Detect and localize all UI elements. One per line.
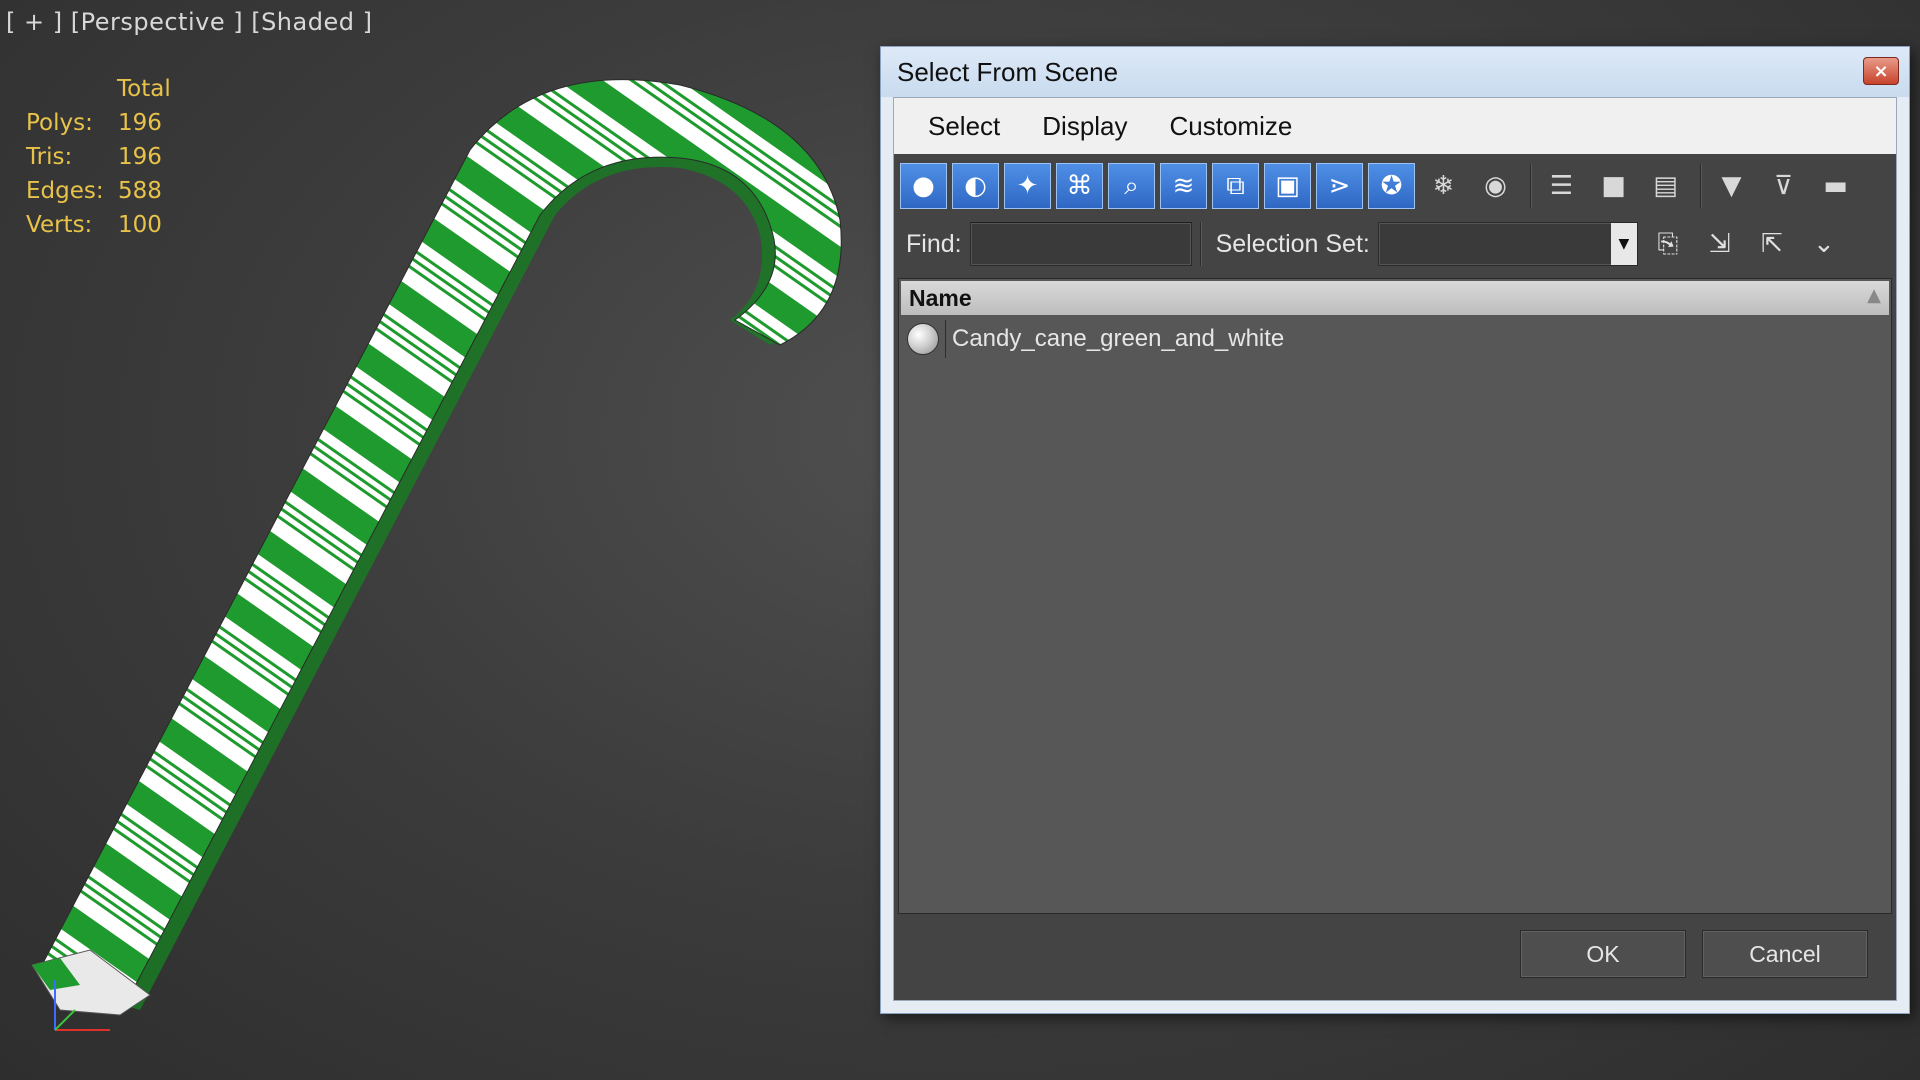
find-input[interactable] [969,222,1192,266]
filter-options-icon[interactable]: ⊽ [1760,163,1807,209]
hidden-icon[interactable]: ◉ [1472,163,1519,209]
geometry-icon[interactable]: ● [900,163,947,209]
lights-icon[interactable]: ✦ [1004,163,1051,209]
groups-icon[interactable]: ⧉ [1212,163,1259,209]
dialog-content: ● ◐ ✦ ⌘ ⌕ ≋ ⧉ ▣ ⋗ ✪ ❄ ◉ ☰ ■ ▤ ▼ ⊽ ▬ Find: Selection Set: … [894,154,1896,1000]
close-button[interactable]: × [1863,57,1899,85]
display-all-icon[interactable]: ☰ [1538,163,1585,209]
more-options-icon[interactable]: ⌄ [1802,222,1846,266]
columns-icon[interactable]: ▬ [1812,163,1859,209]
selection-set-dropdown[interactable]: ▼ [1377,222,1638,266]
dialog-title: Select From Scene [897,56,1119,87]
toolbar-separator [1530,164,1532,208]
find-row: Find: Selection Set: ▼ ⎘ ⇲ ⇱ ⌄ [900,220,1890,268]
display-invert-icon[interactable]: ▤ [1642,163,1689,209]
ok-button[interactable]: OK [1520,930,1686,978]
create-selection-set-icon[interactable]: ⎘ [1646,222,1690,266]
sort-ascending-icon: ▲ [1867,285,1881,306]
select-from-scene-dialog: Select From Scene × Select Display Custo… [880,46,1910,1014]
selection-set-label: Selection Set: [1215,229,1370,258]
list-header[interactable]: Name ▲ [901,281,1889,315]
candy-cane-model[interactable] [0,0,900,1080]
filter-toolbar: ● ◐ ✦ ⌘ ⌕ ≋ ⧉ ▣ ⋗ ✪ ❄ ◉ ☰ ■ ▤ ▼ ⊽ ▬ [900,160,1890,212]
object-list: Name ▲ Candy_cane_green_and_white [898,278,1892,914]
space-warps-icon[interactable]: ≋ [1160,163,1207,209]
cameras-icon[interactable]: ⌘ [1056,163,1103,209]
toolbar-separator [1700,164,1702,208]
divider [945,320,946,358]
list-item[interactable]: Candy_cane_green_and_white [901,317,1889,361]
geometry-sphere-icon [907,323,939,355]
xrefs-icon[interactable]: ▣ [1264,163,1311,209]
dialog-footer: OK Cancel [894,914,1896,1000]
bones-icon[interactable]: ⋗ [1316,163,1363,209]
shapes-icon[interactable]: ◐ [952,163,999,209]
dialog-titlebar[interactable]: Select From Scene × [881,47,1909,97]
frozen-icon[interactable]: ❄ [1420,163,1467,209]
add-to-selection-set-icon[interactable]: ⇲ [1698,222,1742,266]
menu-select[interactable]: Select [928,111,1000,142]
cancel-button[interactable]: Cancel [1702,930,1868,978]
divider [1199,222,1202,266]
find-label: Find: [906,229,962,258]
menu-customize[interactable]: Customize [1170,111,1293,142]
chevron-down-icon[interactable]: ▼ [1610,223,1637,265]
list-item-name[interactable]: Candy_cane_green_and_white [952,325,1284,353]
helpers-icon[interactable]: ⌕ [1108,163,1155,209]
dialog-body: Select Display Customize ● ◐ ✦ ⌘ ⌕ ≋ ⧉ ▣ ⋗ ✪ ❄ ◉ ☰ ■ ▤… [893,97,1897,1001]
column-header-name[interactable]: Name [909,285,972,312]
display-none-icon[interactable]: ■ [1590,163,1637,209]
containers-icon[interactable]: ✪ [1368,163,1415,209]
menu-display[interactable]: Display [1042,111,1127,142]
remove-from-selection-set-icon[interactable]: ⇱ [1750,222,1794,266]
filter-icon[interactable]: ▼ [1708,163,1755,209]
menu-bar: Select Display Customize [894,98,1896,154]
